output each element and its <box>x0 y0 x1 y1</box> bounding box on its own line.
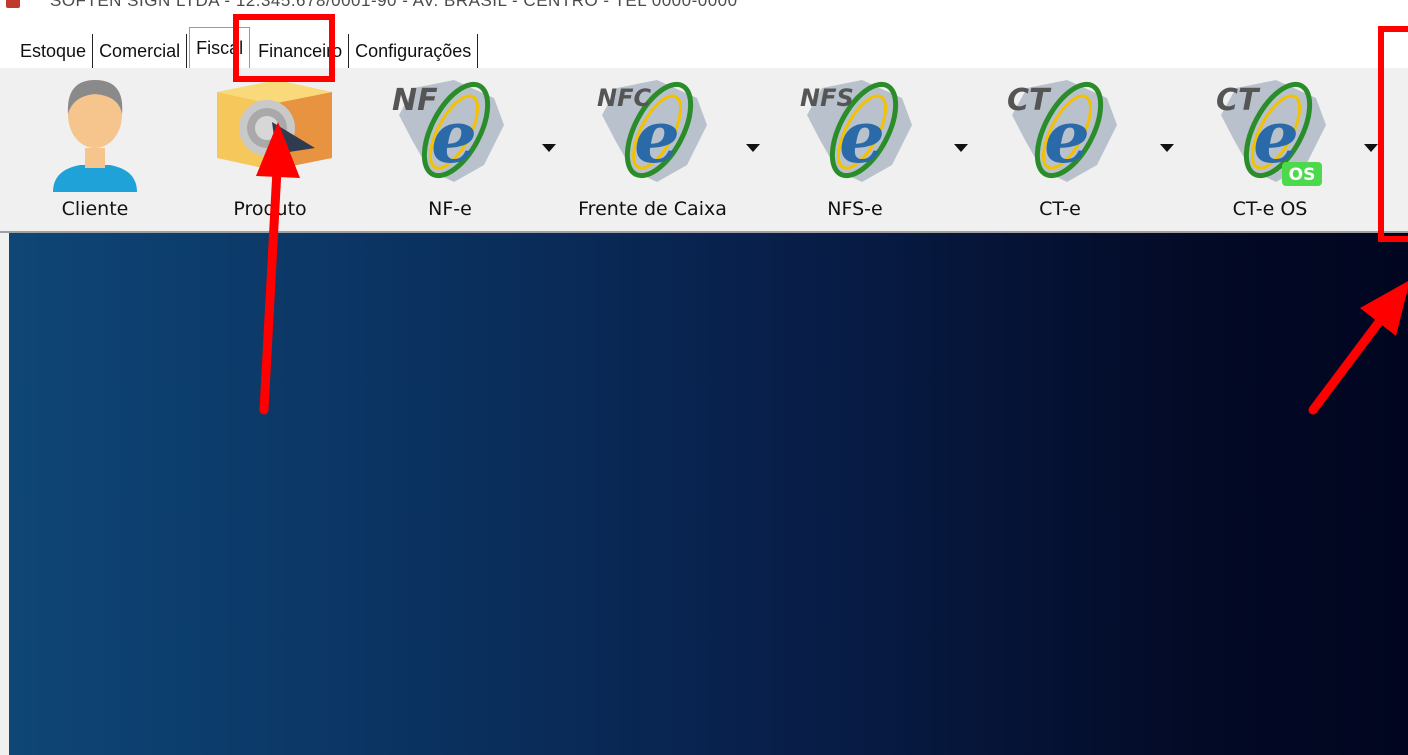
main-workspace <box>9 233 1408 755</box>
title-bar: SOFTEN SIGN LTDA - 12.345.678/0001-90 - … <box>0 0 1408 22</box>
tab-financeiro[interactable]: Financeiro <box>252 34 350 68</box>
nfce-dropdown-caret[interactable] <box>746 144 760 152</box>
nfe-label: NF-e <box>428 198 472 220</box>
cte-os-label: CT-e OS <box>1232 198 1308 220</box>
tab-configuracoes[interactable]: Configurações <box>349 34 479 68</box>
nfse-dropdown-caret[interactable] <box>954 144 968 152</box>
nfse-button[interactable]: e NFS NFS-e <box>780 68 930 230</box>
user-icon <box>35 70 155 200</box>
cliente-label: Cliente <box>61 198 129 220</box>
svg-text:CT: CT <box>1216 83 1261 118</box>
tab-fiscal[interactable]: Fiscal <box>189 27 251 68</box>
frente-de-caixa-button[interactable]: e NFC Frente de Caixa <box>565 68 740 230</box>
nfe-dropdown-caret[interactable] <box>542 144 556 152</box>
tab-estoque[interactable]: Estoque <box>14 34 94 68</box>
cliente-button[interactable]: Cliente <box>20 68 170 230</box>
cte-icon: e CT <box>997 70 1127 200</box>
toolbar: Cliente Produto e NF NF-e e NFC Frente d… <box>0 68 1408 232</box>
svg-text:NFC: NFC <box>597 84 651 112</box>
svg-text:NFS: NFS <box>800 84 854 112</box>
svg-text:e: e <box>431 94 477 179</box>
app-icon <box>6 0 20 8</box>
nfe-icon: e NF <box>384 70 514 200</box>
svg-text:e: e <box>1044 94 1090 179</box>
window-title: SOFTEN SIGN LTDA - 12.345.678/0001-90 - … <box>50 0 738 10</box>
frente-de-caixa-label: Frente de Caixa <box>578 198 727 220</box>
tab-comercial[interactable]: Comercial <box>93 34 188 68</box>
cte-os-dropdown-caret[interactable] <box>1364 144 1378 152</box>
nfce-icon: e NFC <box>587 70 717 200</box>
cte-os-button[interactable]: e CT OS CT-e OS <box>1190 68 1350 230</box>
cte-button[interactable]: e CT CT-e <box>985 68 1135 230</box>
product-box-icon <box>207 70 337 200</box>
nfse-label: NFS-e <box>827 198 883 220</box>
svg-text:CT: CT <box>1007 83 1052 118</box>
ribbon-tabs: Estoque Comercial Fiscal Financeiro Conf… <box>14 26 479 68</box>
cte-label: CT-e <box>1039 198 1081 220</box>
cte-dropdown-caret[interactable] <box>1160 144 1174 152</box>
svg-text:OS: OS <box>1289 165 1316 185</box>
cte-os-icon: e CT OS <box>1206 70 1336 200</box>
svg-text:NF: NF <box>392 83 438 118</box>
nfe-button[interactable]: e NF NF-e <box>380 68 520 230</box>
produto-label: Produto <box>233 198 307 220</box>
nfse-icon: e NFS <box>792 70 922 200</box>
left-frame-strip <box>0 233 9 755</box>
produto-button[interactable]: Produto <box>195 68 345 230</box>
